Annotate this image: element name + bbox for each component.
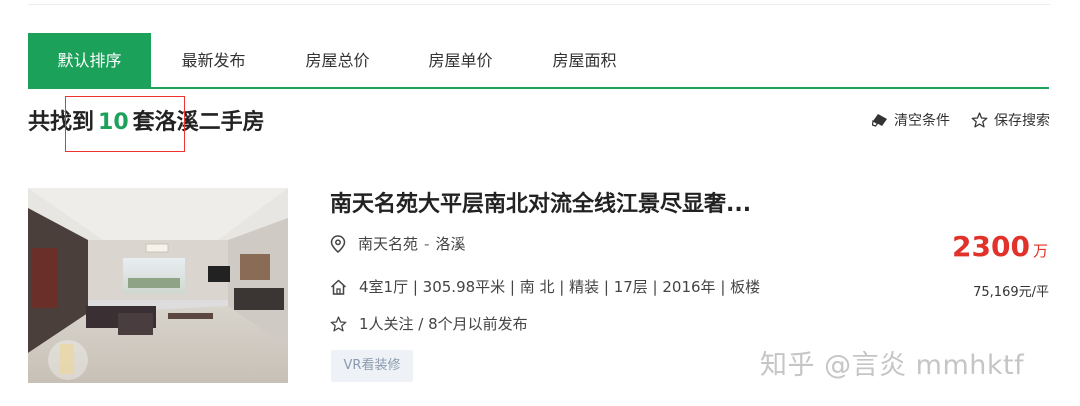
listing-photo[interactable] <box>28 188 288 383</box>
community-link[interactable]: 南天名苑 <box>358 233 418 254</box>
listing-title[interactable]: 南天名苑大平层南北对流全线江景尽显奢... <box>330 186 751 218</box>
unit-price: 75,169元/平 <box>973 285 1049 300</box>
listing-house-info: 4室1厅 | 305.98平米 | 南 北 | 精装 | 17层 | 2016年… <box>330 276 760 297</box>
house-icon <box>330 279 347 295</box>
sort-tabs: 默认排序 最新发布 房屋总价 房屋单价 房屋面积 <box>28 33 1049 89</box>
tab-newest[interactable]: 最新发布 <box>166 33 261 87</box>
total-price: 2300 万 <box>952 230 1048 263</box>
listing-location: 南天名苑 - 洛溪 <box>330 233 465 254</box>
eraser-icon <box>872 114 887 127</box>
listing-follow-info: 1人关注 / 8个月以前发布 <box>330 313 528 334</box>
save-search-button[interactable]: 保存搜索 <box>971 110 1050 130</box>
location-pin-icon <box>330 234 346 253</box>
star-outline-icon <box>330 315 347 332</box>
tab-area[interactable]: 房屋面积 <box>537 33 632 87</box>
vr-tag[interactable]: VR看装修 <box>331 350 413 382</box>
tab-default-sort[interactable]: 默认排序 <box>28 33 151 87</box>
tab-unit-price[interactable]: 房屋单价 <box>413 33 508 87</box>
total-price-value: 2300 <box>952 230 1030 263</box>
clear-filters-label: 清空条件 <box>894 113 950 129</box>
top-divider <box>28 0 1050 5</box>
area-link[interactable]: 洛溪 <box>435 233 465 254</box>
star-outline-icon <box>971 112 988 128</box>
save-search-label: 保存搜索 <box>994 113 1050 129</box>
house-info-text: 4室1厅 | 305.98平米 | 南 北 | 精装 | 17层 | 2016年… <box>359 278 761 296</box>
location-separator: - <box>424 234 430 253</box>
total-price-unit: 万 <box>1032 242 1048 260</box>
follow-info-text: 1人关注 / 8个月以前发布 <box>359 315 528 333</box>
watermark: 知乎 @言炎 mmhktf <box>760 350 1025 381</box>
highlight-box <box>65 96 185 152</box>
tab-total-price[interactable]: 房屋总价 <box>290 33 385 87</box>
clear-filters-button[interactable]: 清空条件 <box>872 110 950 130</box>
